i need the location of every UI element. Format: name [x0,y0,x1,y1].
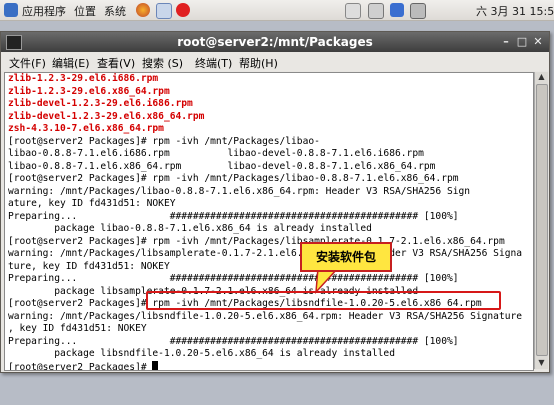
callout-label: 安装软件包 [300,242,392,272]
callout-pointer [315,267,340,295]
